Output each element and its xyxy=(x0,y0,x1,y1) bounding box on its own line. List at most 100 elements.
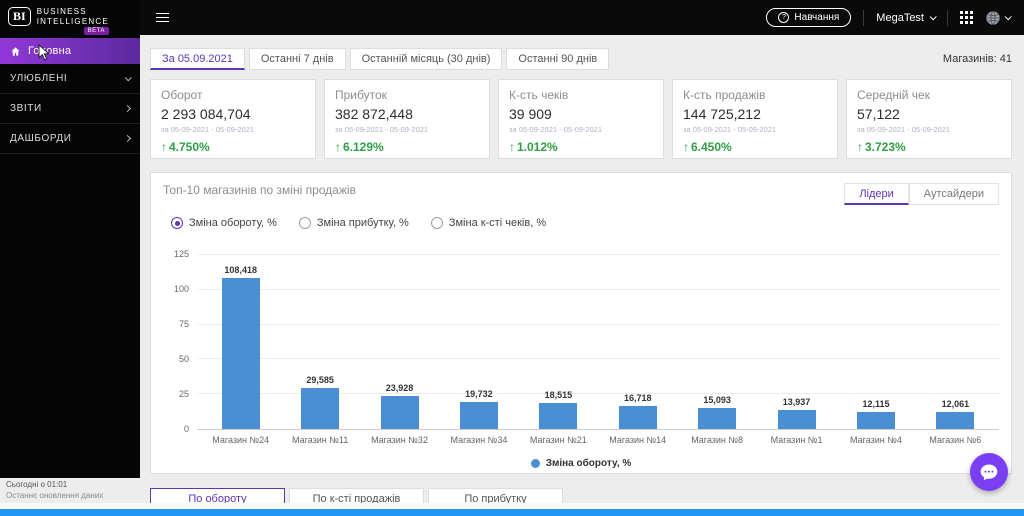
app-logo: BI BUSINESS INTELLIGENCE BETA xyxy=(0,0,140,38)
chart-legend[interactable]: Зміна обороту, % xyxy=(163,458,999,469)
sidebar-item-favorites[interactable]: УЛЮБЛЕНІ xyxy=(0,64,140,94)
tab-period-7days[interactable]: Останні 7 днів xyxy=(248,48,346,70)
arrow-up-icon: ↑ xyxy=(335,140,341,154)
kpi-value: 2 293 084,704 xyxy=(161,106,251,122)
divider xyxy=(947,9,948,26)
bar-group[interactable]: 19,732 Магазин №34 xyxy=(439,255,518,445)
kpi-period: за 05-09-2021 - 05-09-2021 xyxy=(509,125,603,134)
kpi-title: К-сть продажів xyxy=(683,88,766,102)
account-menu[interactable]: MegaTest xyxy=(876,11,937,24)
bar-category-label: Магазин №32 xyxy=(371,435,428,445)
bar-value-label: 18,515 xyxy=(544,390,573,401)
mouse-cursor xyxy=(38,44,50,61)
kpi-title: К-сть чеків xyxy=(509,88,569,102)
y-tick-label: 0 xyxy=(183,424,189,434)
bar-group[interactable]: 15,093 Магазин №8 xyxy=(677,255,756,445)
kpi-period: за 05-09-2021 - 05-09-2021 xyxy=(161,125,255,134)
question-icon: ? xyxy=(778,12,790,23)
bar-value-label: 19,732 xyxy=(465,388,493,399)
account-name: MegaTest xyxy=(876,11,924,24)
beta-badge: BETA xyxy=(83,27,109,36)
arrow-up-icon: ↑ xyxy=(509,140,515,154)
sidebar-item-home[interactable]: Головна xyxy=(0,38,140,64)
top-bar: ? Навчання MegaTest xyxy=(140,0,1024,35)
sidebar-item-dashboards[interactable]: ДАШБОРДИ xyxy=(0,124,140,154)
arrow-up-icon: ↑ xyxy=(683,140,689,154)
kpi-title: Прибуток xyxy=(335,88,387,102)
bar-group[interactable]: 108,418 Магазин №24 xyxy=(201,255,280,445)
sidebar-footer: Сьогодні о 01:01 Останнє оновлення даних xyxy=(6,480,146,500)
bar-value-label: 29,585 xyxy=(306,374,334,385)
main-content: За 05.09.2021 Останні 7 днів Останній мі… xyxy=(140,35,1024,510)
tab-leaders[interactable]: Лідери xyxy=(844,183,909,205)
kpi-period: за 05-09-2021 - 05-09-2021 xyxy=(335,125,429,134)
bar[interactable] xyxy=(618,405,657,429)
bar-category-label: Магазин №4 xyxy=(850,435,902,445)
apps-grid-button[interactable] xyxy=(960,11,973,24)
bar[interactable] xyxy=(856,412,895,429)
radio-receipts-change[interactable]: Зміна к-сті чеків, % xyxy=(430,217,546,229)
top-stores-chart-card: Топ-10 магазинів по зміні продажів Лідер… xyxy=(150,172,1012,474)
hamburger-menu-icon[interactable] xyxy=(156,12,169,23)
bar[interactable] xyxy=(380,395,419,429)
kpi-value: 39 909 xyxy=(509,106,552,122)
bar-group[interactable]: 29,585 Магазин №11 xyxy=(280,255,359,445)
last-update-time: Сьогодні о 01:01 xyxy=(6,480,68,489)
kpi-value: 57,122 xyxy=(857,106,900,122)
kpi-card-sales: К-сть продажів 144 725,212 за 05-09-2021… xyxy=(672,79,838,159)
bar-category-label: Магазин №21 xyxy=(529,435,587,445)
bar-group[interactable]: 16,718 Магазин №14 xyxy=(598,255,677,445)
bar-group[interactable]: 13,937 Магазин №1 xyxy=(757,255,836,445)
chevron-down-icon xyxy=(1004,13,1012,21)
language-selector[interactable] xyxy=(985,10,1012,26)
kpi-period: за 05-09-2021 - 05-09-2021 xyxy=(683,125,777,134)
kpi-period: за 05-09-2021 - 05-09-2021 xyxy=(857,125,951,134)
chart-y-axis: 0 25 50 75 100 125 xyxy=(163,249,197,434)
bar-category-label: Магазин №6 xyxy=(929,435,982,445)
bar[interactable] xyxy=(301,387,340,429)
chat-widget-button[interactable] xyxy=(970,453,1008,491)
bar-group[interactable]: 18,515 Магазин №21 xyxy=(519,255,598,445)
bar[interactable] xyxy=(539,403,578,429)
metric-radio-group: Зміна обороту, % Зміна прибутку, % Зміна… xyxy=(171,217,999,229)
bar-value-label: 12,115 xyxy=(862,399,890,410)
chart-plot: 108,418 Магазин №24 29,585 Магазин №11 23,92… xyxy=(197,254,999,445)
tab-period-90days[interactable]: Останні 90 днів xyxy=(506,48,610,70)
y-tick-label: 50 xyxy=(178,354,189,364)
tab-outsiders[interactable]: Аутсайдери xyxy=(908,183,999,205)
radio-profit-change[interactable]: Зміна прибутку, % xyxy=(298,217,409,229)
bar-chart: 0 25 50 75 100 125 108,418 Магазин №24 29,585 Ма… xyxy=(163,249,999,445)
training-button[interactable]: ? Навчання xyxy=(766,8,852,27)
kpi-delta: ↑ 4.750% xyxy=(161,140,210,154)
logo-line1: BUSINESS xyxy=(36,7,87,16)
bar-group[interactable]: 23,928 Магазин №32 xyxy=(360,255,439,445)
globe-icon xyxy=(986,10,1000,25)
bar[interactable] xyxy=(698,408,737,429)
kpi-delta: ↑ 6.129% xyxy=(335,140,384,154)
bar[interactable] xyxy=(777,409,816,429)
chat-icon xyxy=(980,464,998,481)
bar[interactable] xyxy=(459,401,498,429)
bar-value-label: 23,928 xyxy=(385,382,414,393)
bar-category-label: Магазин №1 xyxy=(770,435,823,445)
tab-period-day[interactable]: За 05.09.2021 xyxy=(150,48,245,70)
sidebar: BI BUSINESS INTELLIGENCE BETA Головна УЛ… xyxy=(0,0,140,478)
radio-turnover-change[interactable]: Зміна обороту, % xyxy=(171,217,277,229)
chart-title: Топ-10 магазинів по зміні продажів xyxy=(163,183,356,197)
bar-value-label: 13,937 xyxy=(782,396,811,407)
logo-line2: INTELLIGENCE xyxy=(36,16,109,26)
tab-period-30days[interactable]: Останній місяць (30 днів) xyxy=(349,48,503,70)
sidebar-item-reports[interactable]: ЗВІТИ xyxy=(0,94,140,124)
period-filter-row: За 05.09.2021 Останні 7 днів Останній мі… xyxy=(150,48,1012,70)
logo-mark: BI xyxy=(8,7,31,26)
legend-marker xyxy=(530,459,540,468)
bar-group[interactable]: 12,115 Магазин №4 xyxy=(836,255,915,445)
chevron-right-icon xyxy=(123,104,132,113)
bar[interactable] xyxy=(936,412,975,429)
bar-group[interactable]: 12,061 Магазин №6 xyxy=(916,255,995,445)
chevron-down-icon xyxy=(124,74,132,82)
last-update-label: Останнє оновлення даних xyxy=(6,491,104,500)
bar[interactable] xyxy=(221,278,260,429)
radio-label: Зміна обороту, % xyxy=(189,217,277,229)
kpi-delta: ↑ 1.012% xyxy=(509,140,558,154)
